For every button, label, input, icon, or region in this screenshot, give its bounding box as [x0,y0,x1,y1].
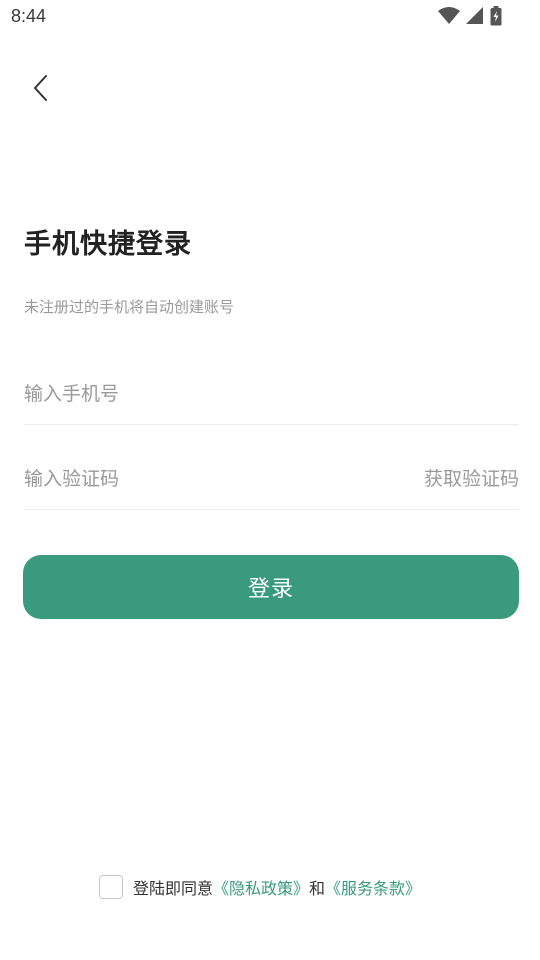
agreement-connector: 和 [309,879,326,898]
phone-input[interactable] [24,364,404,424]
agree-checkbox[interactable] [99,875,123,899]
phone-field-row [24,364,519,425]
wifi-icon [438,7,460,24]
cellular-signal-icon [466,7,483,24]
privacy-policy-link[interactable]: 《隐私政策》 [213,875,309,899]
back-button[interactable] [22,70,58,106]
page-subtitle: 未注册过的手机将自动创建账号 [24,298,235,316]
login-button[interactable]: 登录 [23,555,519,619]
status-time: 8:44 [11,6,47,26]
status-icons [438,6,502,26]
code-field-row: 获取验证码 [24,449,519,510]
terms-of-service-link[interactable]: 《服务条款》 [325,875,421,899]
chevron-left-icon [34,75,47,101]
get-code-button[interactable]: 获取验证码 [424,449,519,509]
battery-charging-icon [490,6,502,26]
page-title: 手机快捷登录 [24,229,192,260]
verification-code-input[interactable] [24,449,404,509]
login-screen: 8:44 手机快捷登录 未注册过的手机将自动创建账号 获取验证码 登录 [0,0,540,960]
status-bar: 8:44 [0,0,540,34]
agreement-row: 登陆即同意 《隐私政策》 和 《服务条款》 [99,875,421,899]
agreement-prefix: 登陆即同意 [133,879,214,898]
